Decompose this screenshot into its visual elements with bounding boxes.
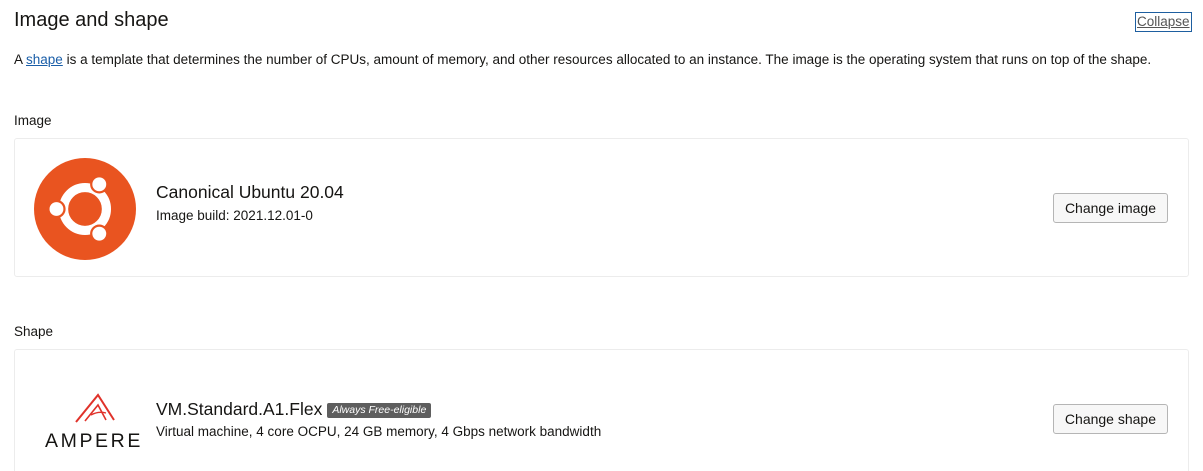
section-title: Image and shape <box>14 9 169 31</box>
ubuntu-logo-icon <box>34 158 136 260</box>
description-text: A shape is a template that determines th… <box>14 52 1174 68</box>
ampere-logo-text: AMPERE <box>45 430 143 450</box>
shape-label: Shape <box>14 324 54 339</box>
image-name: Canonical Ubuntu 20.04 <box>156 182 344 202</box>
collapse-link[interactable]: Collapse <box>1135 12 1192 32</box>
change-image-button[interactable]: Change image <box>1052 193 1168 223</box>
shape-name: VM.Standard.A1.Flex <box>156 399 323 419</box>
change-shape-button[interactable]: Change shape <box>1052 404 1168 434</box>
shape-card: AMPERE VM.Standard.A1.Flex Always Free-el… <box>14 349 1189 471</box>
free-eligible-badge: Always Free-eligible <box>327 403 432 418</box>
description-prefix: A <box>14 52 27 67</box>
image-card: Canonical Ubuntu 20.04 Image build: 2021… <box>14 138 1189 277</box>
image-and-shape-panel: Image and shape Collapse A shape is a te… <box>0 0 1203 471</box>
ampere-logo-icon: AMPERE <box>45 390 149 452</box>
description-suffix: is a template that determines the number… <box>62 52 1152 67</box>
image-label: Image <box>14 113 52 128</box>
shape-help-link[interactable]: shape <box>26 52 63 67</box>
image-build: Image build: 2021.12.01-0 <box>156 208 313 223</box>
shape-name-row: VM.Standard.A1.Flex Always Free-eligible <box>156 399 432 420</box>
shape-details: Virtual machine, 4 core OCPU, 24 GB memo… <box>156 424 602 439</box>
